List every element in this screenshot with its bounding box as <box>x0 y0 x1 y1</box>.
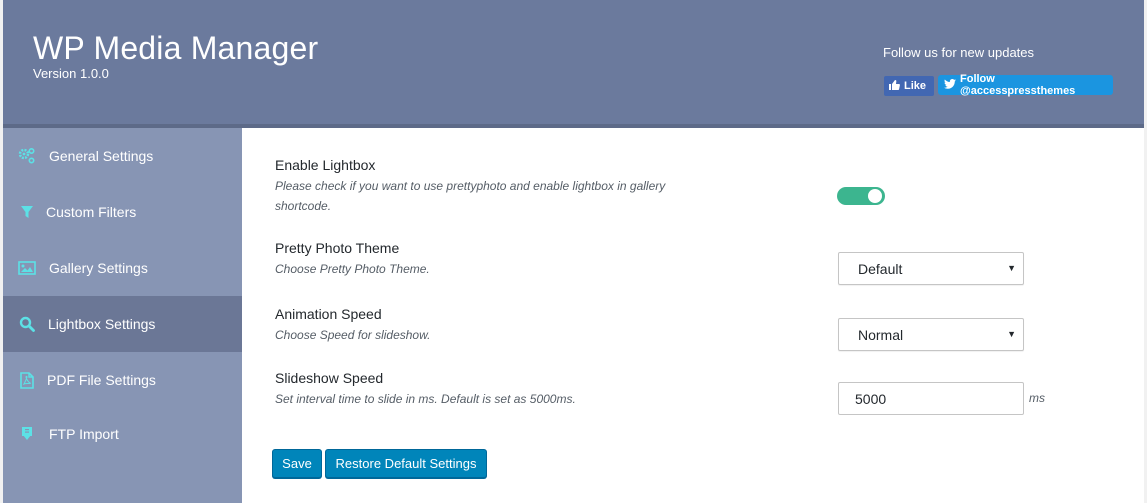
app-title: WP Media Manager <box>33 30 319 66</box>
sidebar-item-label: PDF File Settings <box>47 372 156 388</box>
app-version: Version 1.0.0 <box>33 66 109 81</box>
toggle-knob <box>868 189 882 203</box>
sidebar-item-label: Lightbox Settings <box>48 316 156 332</box>
thumbs-up-icon <box>888 79 900 94</box>
dropdown-arrow-icon: ▼ <box>1007 329 1016 339</box>
pdf-file-icon <box>18 371 36 389</box>
sidebar-item-label: Custom Filters <box>46 204 137 220</box>
sidebar-item-lightbox-settings[interactable]: Lightbox Settings <box>3 296 253 352</box>
import-icon <box>18 425 36 443</box>
pretty-photo-theme-value: Default <box>858 260 903 277</box>
animation-speed-title: Animation Speed <box>275 306 382 322</box>
twitter-follow-button[interactable]: Follow @accesspressthemes <box>938 73 1113 97</box>
enable-lightbox-title: Enable Lightbox <box>275 157 376 173</box>
sidebar-item-label: General Settings <box>49 148 154 164</box>
animation-speed-value: Normal <box>858 326 904 343</box>
slideshow-speed-value: 5000 <box>855 390 887 407</box>
sidebar-item-gallery-settings[interactable]: Gallery Settings <box>3 240 242 296</box>
enable-lightbox-toggle[interactable] <box>837 187 885 205</box>
dropdown-arrow-icon: ▼ <box>1007 263 1016 273</box>
follow-text: Follow us for new updates <box>883 45 1035 60</box>
slideshow-speed-input[interactable]: 5000 <box>838 382 1024 415</box>
sidebar-item-label: Gallery Settings <box>49 260 148 276</box>
sidebar-item-custom-filters[interactable]: Custom Filters <box>3 184 242 240</box>
settings-panel: Enable Lightbox Please check if you want… <box>242 128 1144 503</box>
slideshow-speed-unit: ms <box>1029 391 1045 405</box>
sidebar-item-ftp-import[interactable]: FTP Import <box>3 406 242 462</box>
image-icon <box>18 259 36 277</box>
gears-icon <box>18 147 36 165</box>
slideshow-speed-title: Slideshow Speed <box>275 370 384 386</box>
animation-speed-desc: Choose Speed for slideshow. <box>275 328 431 342</box>
enable-lightbox-desc: Please check if you want to use prettyph… <box>275 179 666 213</box>
slideshow-speed-desc: Set interval time to slide in ms. Defaul… <box>275 392 576 406</box>
pretty-photo-theme-title: Pretty Photo Theme <box>275 240 400 256</box>
sidebar-item-label: FTP Import <box>49 426 119 442</box>
header: WP Media Manager Version 1.0.0 Follow us… <box>3 0 1144 124</box>
pretty-photo-theme-desc: Choose Pretty Photo Theme. <box>275 262 430 276</box>
sidebar-item-general-settings[interactable]: General Settings <box>3 128 242 184</box>
save-button[interactable]: Save <box>272 449 322 478</box>
animation-speed-select[interactable]: Normal ▼ <box>838 318 1024 351</box>
facebook-like-button[interactable]: Like <box>884 76 934 96</box>
app-frame: WP Media Manager Version 1.0.0 Follow us… <box>3 0 1144 503</box>
restore-defaults-button[interactable]: Restore Default Settings <box>325 449 487 478</box>
twitter-bird-icon <box>944 78 956 92</box>
twitter-follow-label: Follow @accesspressthemes <box>960 73 1076 97</box>
sidebar: General Settings Custom Filters Gallery … <box>3 128 253 503</box>
search-icon <box>18 315 36 333</box>
sidebar-item-pdf-file-settings[interactable]: PDF File Settings <box>3 352 242 408</box>
like-label: Like <box>904 80 927 92</box>
pretty-photo-theme-select[interactable]: Default ▼ <box>838 252 1024 285</box>
filter-icon <box>18 203 36 221</box>
